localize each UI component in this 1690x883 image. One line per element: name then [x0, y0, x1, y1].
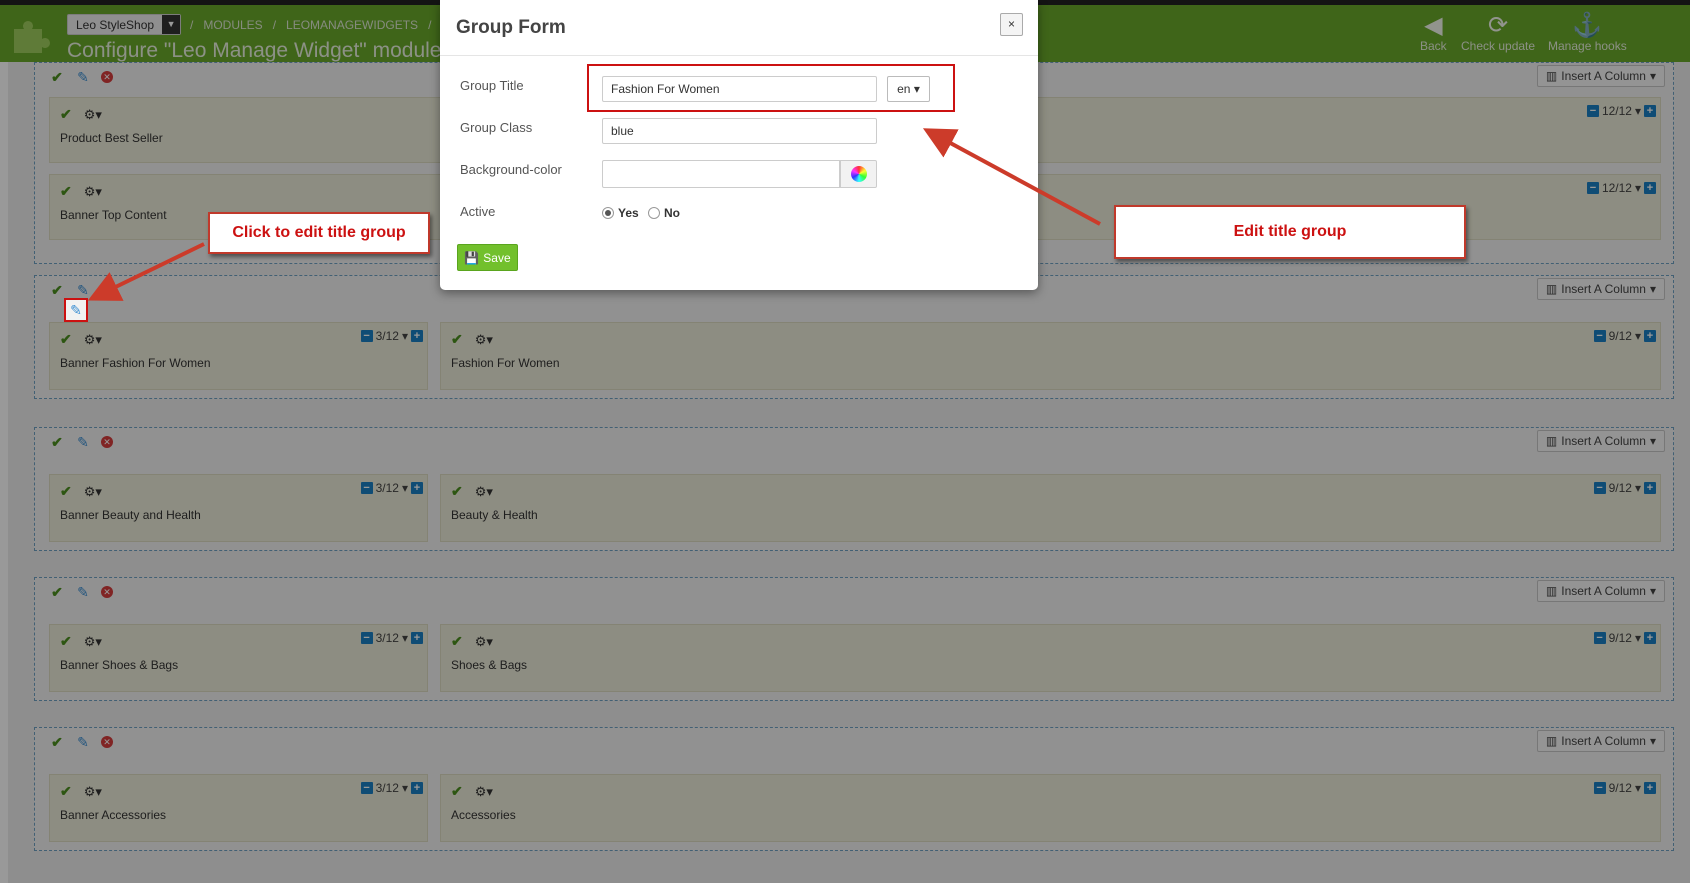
color-picker-button[interactable] [840, 160, 877, 188]
edit-icon[interactable]: ✎ [66, 300, 86, 320]
group-title-label: Group Title [460, 78, 524, 93]
close-button[interactable]: × [1000, 13, 1023, 36]
modal-title: Group Form [456, 17, 566, 38]
active-yes-option[interactable]: Yes [602, 206, 639, 220]
group-title-highlight [587, 64, 955, 112]
background-color-input[interactable] [602, 160, 840, 188]
edit-group-highlight[interactable]: ✎ [64, 298, 88, 322]
group-class-input[interactable] [602, 118, 877, 144]
modal-header: Group Form × [440, 0, 1038, 56]
active-label: Active [460, 204, 496, 219]
active-no-option[interactable]: No [648, 206, 680, 220]
active-yes-radio[interactable] [602, 207, 614, 219]
callout-click-edit: Click to edit title group [208, 212, 430, 254]
group-class-label: Group Class [460, 120, 533, 135]
background-color-label: Background-color [460, 162, 562, 177]
group-form-modal: Group Form × Group Title en ▾ Group Clas… [440, 0, 1038, 290]
floppy-disk-icon: 💾 [464, 250, 480, 265]
callout-edit-title: Edit title group [1114, 205, 1466, 259]
active-no-radio[interactable] [648, 207, 660, 219]
color-wheel-icon [850, 166, 867, 182]
save-button[interactable]: 💾 Save [457, 244, 518, 271]
